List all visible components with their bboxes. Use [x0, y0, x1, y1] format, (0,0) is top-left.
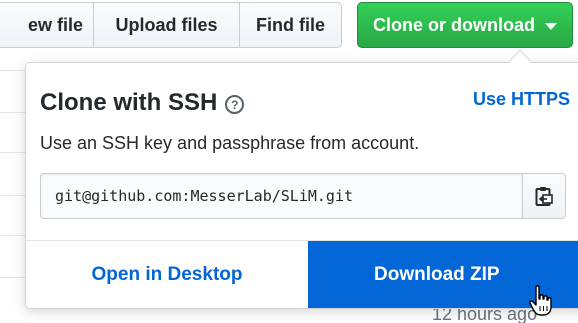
find-file-button[interactable]: Find file [239, 2, 342, 48]
create-new-file-button[interactable]: ew file [0, 2, 94, 48]
clone-or-download-button[interactable]: Clone or download [357, 2, 573, 48]
hand-cursor-icon [529, 285, 552, 316]
use-https-link[interactable]: Use HTTPS [473, 89, 570, 110]
clone-or-download-label: Clone or download [373, 14, 535, 35]
clone-url-group [40, 173, 566, 219]
clone-description: Use an SSH key and passphrase from accou… [40, 133, 420, 153]
clone-dropdown: Clone with SSH ? Use HTTPS Use an SSH ke… [25, 62, 578, 309]
caret-down-icon [545, 22, 557, 30]
file-toolbar: ew file Upload files Find file Clone or … [0, 0, 578, 52]
create-new-file-label: ew file [27, 14, 83, 35]
upload-files-label: Upload files [115, 14, 218, 35]
help-icon[interactable]: ? [225, 95, 245, 114]
clone-title: Clone with SSH ? [40, 89, 245, 117]
clone-footer: Open in Desktop Download ZIP [26, 240, 578, 308]
open-in-desktop-button[interactable]: Open in Desktop [26, 241, 308, 308]
upload-files-button[interactable]: Upload files [93, 2, 240, 48]
clone-title-text: Clone with SSH [40, 89, 218, 116]
help-glyph: ? [231, 97, 239, 112]
copy-to-clipboard-button[interactable] [522, 173, 566, 219]
find-file-label: Find file [256, 14, 325, 35]
clone-url-input[interactable] [40, 173, 522, 219]
clipboard-icon [535, 187, 553, 206]
